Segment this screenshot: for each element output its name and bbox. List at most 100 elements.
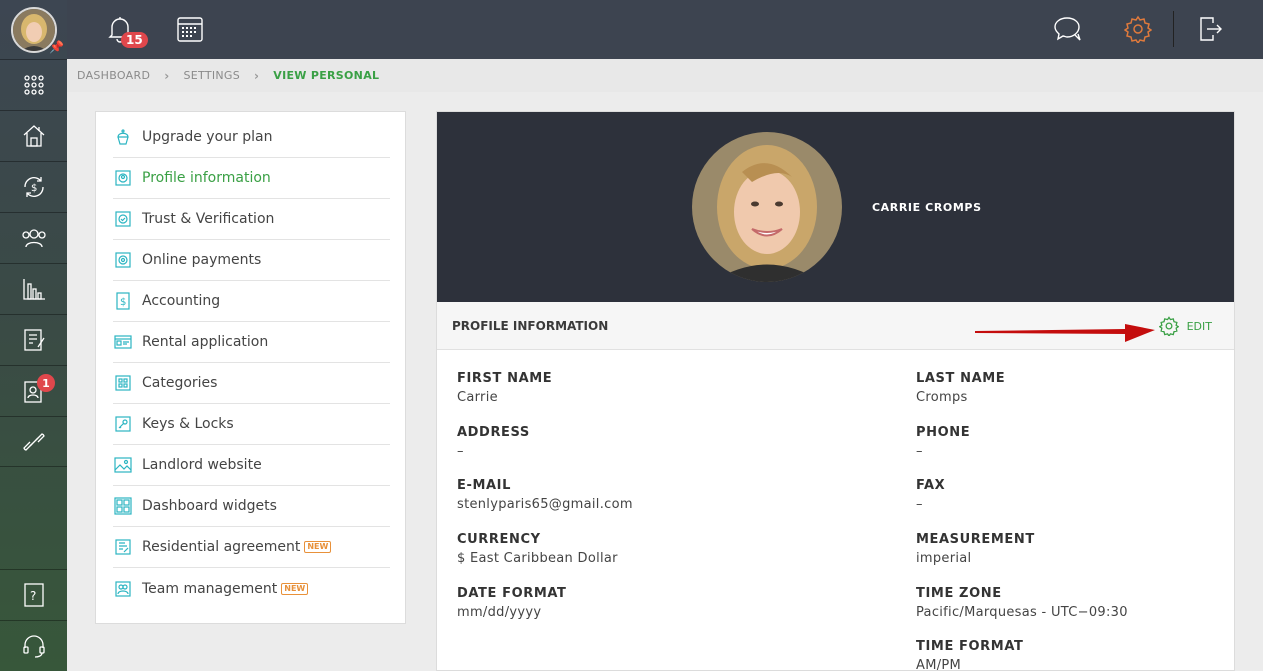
new-badge: NEW	[304, 541, 332, 553]
menu-item-label: Trust & Verification	[142, 211, 275, 227]
field-label: MEASUREMENT	[916, 532, 1035, 547]
pin-icon[interactable]: 📌	[49, 40, 64, 54]
profile-section-header: PROFILE INFORMATION EDIT	[437, 302, 1234, 350]
cupcake-icon	[113, 127, 133, 147]
top-bar: 15	[67, 0, 1263, 59]
menu-item-label: Landlord website	[142, 457, 262, 473]
chevron-right-icon: ›	[254, 68, 260, 83]
menu-item-profile-information[interactable]: Profile information	[113, 158, 390, 199]
people-icon	[21, 229, 46, 248]
menu-item-label: Upgrade your plan	[142, 129, 273, 145]
field-value: –	[916, 444, 923, 459]
rail-links[interactable]	[0, 416, 67, 467]
profile-icon	[113, 168, 133, 188]
gear-icon	[1124, 15, 1152, 43]
menu-item-accounting[interactable]: $ Accounting	[113, 281, 390, 322]
field-label: PHONE	[916, 425, 971, 440]
chat-bubbles-icon	[1054, 17, 1081, 41]
image-icon	[113, 455, 133, 475]
menu-item-categories[interactable]: Categories	[113, 363, 390, 404]
notification-count-badge: 15	[121, 32, 148, 48]
field-value: Carrie	[457, 390, 498, 405]
field-label: CURRENCY	[457, 532, 541, 547]
menu-item-trust-verification[interactable]: Trust & Verification	[113, 199, 390, 240]
money-cycle-icon: $	[23, 177, 44, 197]
menu-item-label: Keys & Locks	[142, 416, 234, 432]
document-edit-icon	[23, 329, 45, 351]
edit-button[interactable]: EDIT	[1158, 316, 1212, 336]
rail-contacts[interactable]: 1	[0, 365, 67, 416]
rail-tenants[interactable]	[0, 212, 67, 263]
new-badge: NEW	[281, 582, 309, 595]
field-currency: CURRENCY $ East Caribbean Dollar	[457, 532, 757, 566]
field-value: mm/dd/yyyy	[457, 605, 542, 620]
field-first-name: FIRST NAME Carrie	[457, 371, 757, 405]
rail-reports[interactable]	[0, 263, 67, 314]
section-title: PROFILE INFORMATION	[452, 319, 609, 333]
logout-icon	[1200, 17, 1222, 41]
rail-support[interactable]	[0, 620, 67, 671]
profile-name: CARRIE CROMPS	[872, 201, 982, 214]
profile-header: CARRIE CROMPS	[437, 112, 1234, 302]
messages-button[interactable]	[1051, 12, 1085, 46]
user-avatar-cell[interactable]: 📌	[0, 0, 67, 59]
menu-item-label: Residential agreement	[142, 539, 301, 555]
breadcrumb-settings[interactable]: SETTINGS	[183, 69, 240, 82]
svg-text:?: ?	[30, 589, 36, 603]
house-icon	[23, 125, 44, 147]
categories-icon	[113, 373, 133, 393]
notifications-button[interactable]: 15	[103, 12, 148, 48]
application-icon	[113, 332, 133, 352]
field-label: TIME ZONE	[916, 586, 1002, 601]
menu-item-upgrade-plan[interactable]: Upgrade your plan	[113, 117, 390, 158]
menu-item-label: Online payments	[142, 252, 262, 268]
field-phone: PHONE –	[916, 425, 1216, 459]
field-value: –	[916, 497, 923, 512]
rail-notes[interactable]	[0, 314, 67, 365]
payments-icon	[113, 250, 133, 270]
field-label: E-MAIL	[457, 478, 511, 493]
breadcrumb-dashboard[interactable]: DASHBOARD	[77, 69, 150, 82]
key-icon	[113, 414, 133, 434]
calendar-button[interactable]	[173, 12, 207, 46]
rail-apps[interactable]	[0, 59, 67, 110]
rail-payments[interactable]: $	[0, 161, 67, 212]
menu-item-dashboard-widgets[interactable]: Dashboard widgets	[113, 486, 390, 527]
menu-item-label: Categories	[142, 375, 218, 391]
rail-help[interactable]: ?	[0, 569, 67, 620]
topbar-divider	[1173, 11, 1174, 47]
profile-panel: CARRIE CROMPS PROFILE INFORMATION EDIT F…	[436, 111, 1235, 671]
verification-icon	[113, 209, 133, 229]
agreement-icon	[113, 537, 133, 557]
field-value: –	[457, 444, 464, 459]
field-label: FIRST NAME	[457, 371, 553, 386]
field-last-name: LAST NAME Cromps	[916, 371, 1216, 405]
grid-icon	[23, 75, 44, 95]
field-time-zone: TIME ZONE Pacific/Marquesas - UTC−09:30	[916, 586, 1216, 620]
menu-item-residential-agreement[interactable]: Residential agreement NEW	[113, 527, 390, 568]
annotation-arrow	[975, 324, 1155, 342]
menu-item-landlord-website[interactable]: Landlord website	[113, 445, 390, 486]
menu-item-rental-application[interactable]: Rental application	[113, 322, 390, 363]
rail-properties[interactable]	[0, 110, 67, 161]
calendar-icon	[177, 17, 203, 42]
settings-button[interactable]	[1121, 12, 1155, 46]
logout-button[interactable]	[1193, 12, 1227, 46]
edit-label: EDIT	[1186, 319, 1212, 333]
field-time-format: TIME FORMAT AM/PM	[916, 639, 1216, 671]
profile-photo	[692, 132, 842, 282]
field-address: ADDRESS –	[457, 425, 757, 459]
menu-item-online-payments[interactable]: Online payments	[113, 240, 390, 281]
field-label: LAST NAME	[916, 371, 1006, 386]
menu-item-label: Rental application	[142, 334, 269, 350]
widgets-icon	[113, 496, 133, 516]
svg-text:$: $	[31, 183, 37, 194]
breadcrumb-view-personal: VIEW PERSONAL	[273, 69, 380, 82]
menu-item-team-management[interactable]: Team management NEW	[113, 568, 390, 609]
team-icon	[113, 579, 133, 599]
svg-text:$: $	[120, 297, 126, 308]
field-measurement: MEASUREMENT imperial	[916, 532, 1216, 566]
settings-menu: Upgrade your plan Profile information Tr…	[95, 111, 406, 624]
field-label: DATE FORMAT	[457, 586, 567, 601]
menu-item-keys-locks[interactable]: Keys & Locks	[113, 404, 390, 445]
